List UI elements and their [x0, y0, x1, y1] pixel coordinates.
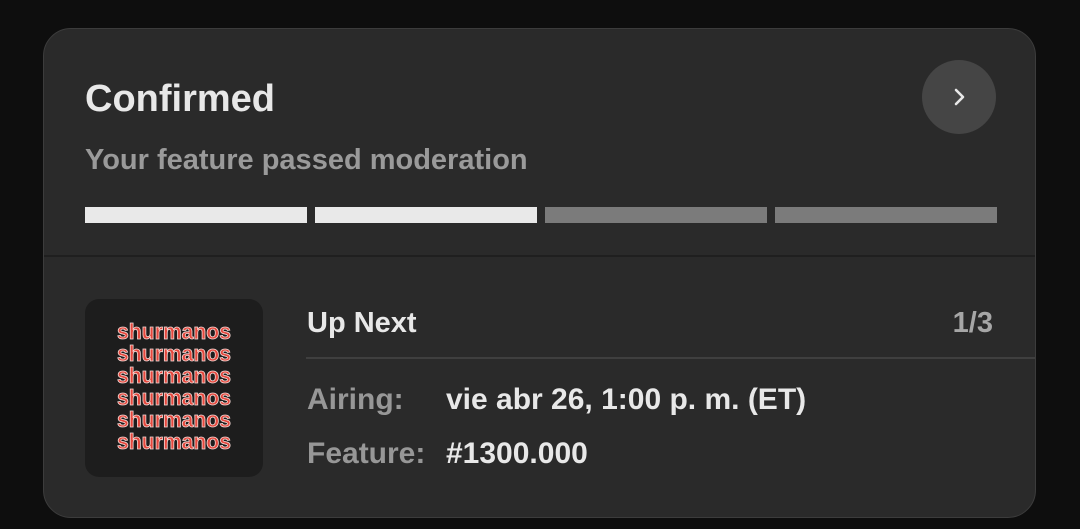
queue-counter: 1/3 — [952, 307, 993, 339]
airing-value: vie abr 26, 1:00 p. m. (ET) — [446, 383, 807, 416]
progress-segment — [545, 207, 767, 223]
feature-label: Feature: — [307, 437, 426, 470]
chevron-right-icon — [954, 88, 965, 106]
up-next-separator — [306, 357, 1035, 359]
feature-value: #1300.000 — [446, 437, 588, 470]
airing-label: Airing: — [307, 383, 404, 416]
moderation-progress — [85, 207, 997, 223]
status-subtitle: Your feature passed moderation — [85, 144, 528, 176]
status-card: Confirmed Your feature passed moderation… — [43, 28, 1036, 518]
up-next-heading: Up Next — [307, 307, 417, 339]
progress-segment — [775, 207, 997, 223]
feature-thumbnail: shurmanos shurmanos shurmanos shurmanos shur… — [85, 299, 263, 477]
logo-text-line: shurmanos — [117, 429, 231, 454]
shurmanos-logo: shurmanosshurmanosshurmanosshurmanosshur… — [117, 319, 232, 455]
section-divider — [44, 255, 1035, 257]
progress-segment — [85, 207, 307, 223]
next-button[interactable] — [922, 60, 996, 134]
progress-segment — [315, 207, 537, 223]
status-title: Confirmed — [85, 78, 275, 120]
